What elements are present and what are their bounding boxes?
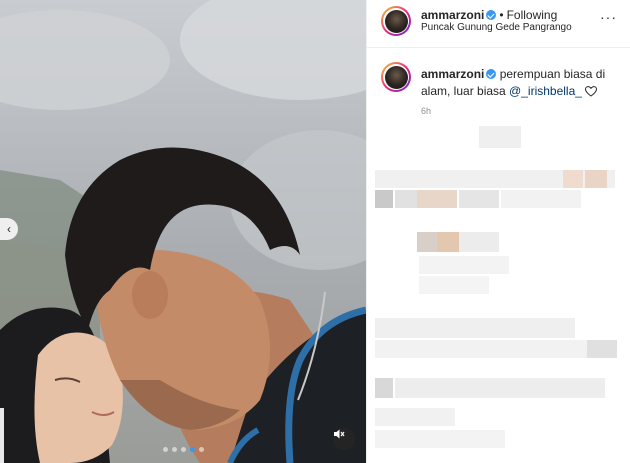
heart-icon[interactable] — [584, 86, 597, 97]
post-media[interactable]: ‹ — [0, 0, 366, 463]
slide-dot — [162, 447, 168, 452]
username-link[interactable]: ammarzoni — [421, 8, 484, 22]
more-options-icon[interactable]: ··· — [600, 9, 617, 25]
verified-badge-icon — [486, 69, 497, 79]
slide-dot — [171, 447, 177, 452]
mute-toggle-button[interactable] — [333, 428, 355, 450]
chevron-left-icon: ‹ — [7, 222, 11, 236]
mention-link[interactable]: @_irishbella_ — [509, 84, 582, 98]
post-panel: ammarzoni • Following Puncak Gunung Gede P… — [366, 0, 630, 463]
post-photo — [0, 0, 366, 463]
slide-indicator — [0, 447, 366, 452]
location-link[interactable]: Puncak Gunung Gede Pangrango — [421, 22, 572, 33]
caption-username-link[interactable]: ammarzoni — [421, 67, 484, 81]
comment-avatar[interactable] — [381, 62, 411, 92]
avatar[interactable] — [381, 6, 411, 36]
adjacent-post-edge — [0, 408, 4, 463]
muted-speaker-icon — [334, 429, 345, 439]
slide-dot — [180, 447, 186, 452]
post-timestamp: 6h — [421, 106, 432, 116]
post-caption: ammarzoni perempuan biasa di alam, luar … — [421, 66, 621, 100]
slide-dot — [198, 447, 204, 452]
post-header: ammarzoni • Following Puncak Gunung Gede P… — [367, 0, 630, 48]
slide-dot-active — [189, 447, 195, 452]
following-button[interactable]: Following — [507, 8, 558, 22]
verified-badge-icon — [486, 10, 497, 20]
separator: • — [499, 8, 504, 22]
